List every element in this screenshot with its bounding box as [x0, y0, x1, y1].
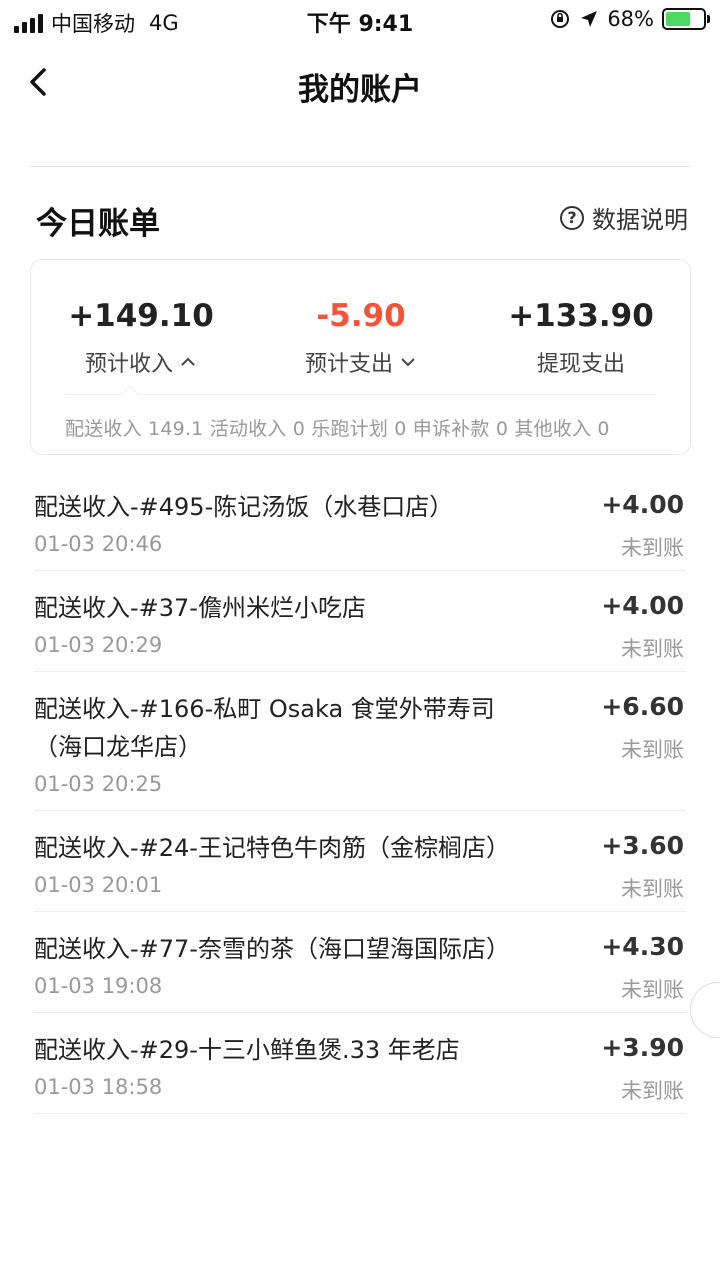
- expense-label-row: 预计支出: [251, 346, 471, 378]
- transaction-status: 未到账: [621, 637, 684, 661]
- transaction-list: 配送收入-#495-陈记汤饭（水巷口店） 01-03 20:46 +4.00 未…: [34, 470, 686, 1114]
- income-value: +149.10: [68, 298, 214, 334]
- transaction-row[interactable]: 配送收入-#29-十三小鲜鱼煲.33 年老店 01-03 18:58 +3.90…: [34, 1013, 686, 1114]
- battery-fill: [666, 12, 691, 26]
- transaction-time: 01-03 20:01: [34, 873, 163, 897]
- status-bar-right: 68%: [549, 7, 710, 31]
- transaction-name: 配送收入-#29-十三小鲜鱼煲.33 年老店: [34, 1036, 460, 1064]
- transaction-amount: +4.00: [601, 490, 684, 519]
- card-divider: [65, 394, 656, 395]
- transaction-time: 01-03 19:08: [34, 974, 163, 998]
- transaction-name: 配送收入-#166-私町 Osaka 食堂外带寿司（海口龙华店）: [34, 695, 495, 761]
- data-help-button[interactable]: ? 数据说明: [560, 200, 688, 235]
- transaction-time: 01-03 20:46: [34, 532, 163, 556]
- floating-assistive-button[interactable]: [690, 982, 720, 1038]
- transaction-status: 未到账: [621, 877, 684, 901]
- transaction-name: 配送收入-#495-陈记汤饭（水巷口店）: [34, 493, 454, 521]
- page-title: 我的账户: [298, 72, 422, 108]
- question-circle-icon: ?: [560, 205, 584, 230]
- transaction-row[interactable]: 配送收入-#24-王记特色牛肉筋（金棕榈店） 01-03 20:01 +3.60…: [34, 811, 686, 912]
- transaction-status: 未到账: [621, 1079, 684, 1103]
- transaction-row[interactable]: 配送收入-#166-私町 Osaka 食堂外带寿司（海口龙华店） 01-03 2…: [34, 672, 686, 811]
- nav-bar: 我的账户: [0, 50, 720, 114]
- transaction-name: 配送收入-#24-王记特色牛肉筋（金棕榈店）: [34, 834, 510, 862]
- transaction-amount: +3.90: [601, 1033, 684, 1062]
- withdraw-label-row: 提现支出: [471, 346, 691, 378]
- transaction-name: 配送收入-#37-儋州米烂小吃店: [34, 594, 366, 622]
- section-title: 今日账单: [36, 206, 160, 242]
- expense-label: 预计支出: [304, 352, 393, 377]
- transaction-time: 01-03 20:29: [34, 633, 163, 657]
- withdraw-value: +133.90: [508, 298, 654, 334]
- transaction-amount: +3.60: [601, 831, 684, 860]
- status-bar: 中国移动 4G 下午 9:41 68%: [0, 0, 720, 40]
- summary-card: +149.10 预计收入 -5.90 预计支出 +133.90 提现支出 配送收…: [30, 259, 691, 455]
- transaction-status: 未到账: [621, 536, 684, 560]
- transaction-row[interactable]: 配送收入-#37-儋州米烂小吃店 01-03 20:29 +4.00 未到账: [34, 571, 686, 672]
- transaction-row[interactable]: 配送收入-#495-陈记汤饭（水巷口店） 01-03 20:46 +4.00 未…: [34, 470, 686, 571]
- transaction-amount: +6.60: [601, 692, 684, 721]
- transaction-time: 01-03 18:58: [34, 1075, 163, 1099]
- expense-stat[interactable]: -5.90 预计支出: [251, 298, 471, 378]
- data-help-label: 数据说明: [592, 206, 688, 234]
- transaction-time: 01-03 20:25: [34, 772, 163, 796]
- rotation-lock-icon: [551, 10, 570, 28]
- transaction-amount: +4.30: [601, 932, 684, 961]
- transaction-amount: +4.00: [601, 591, 684, 620]
- expense-value: -5.90: [316, 298, 406, 334]
- income-breakdown: 配送收入 149.1 活动收入 0 乐跑计划 0 申诉补款 0 其他收入 0: [65, 418, 610, 440]
- transaction-status: 未到账: [621, 978, 684, 1002]
- income-label: 预计收入: [84, 352, 173, 377]
- chevron-down-icon: [401, 358, 415, 367]
- withdraw-stat: +133.90 提现支出: [471, 298, 691, 378]
- transaction-status: 未到账: [621, 738, 684, 762]
- card-divider-notch: [121, 385, 139, 403]
- chevron-up-icon: [181, 357, 195, 366]
- battery-icon: [662, 8, 710, 30]
- income-label-row: 预计收入: [31, 346, 251, 378]
- battery-percent: 68%: [607, 7, 654, 31]
- income-stat[interactable]: +149.10 预计收入: [31, 298, 251, 378]
- transaction-name: 配送收入-#77-奈雪的茶（海口望海国际店）: [34, 935, 510, 963]
- header-divider: [30, 166, 690, 167]
- withdraw-label: 提现支出: [536, 352, 625, 377]
- transaction-row[interactable]: 配送收入-#77-奈雪的茶（海口望海国际店） 01-03 19:08 +4.30…: [34, 912, 686, 1013]
- location-arrow-icon: [581, 11, 598, 27]
